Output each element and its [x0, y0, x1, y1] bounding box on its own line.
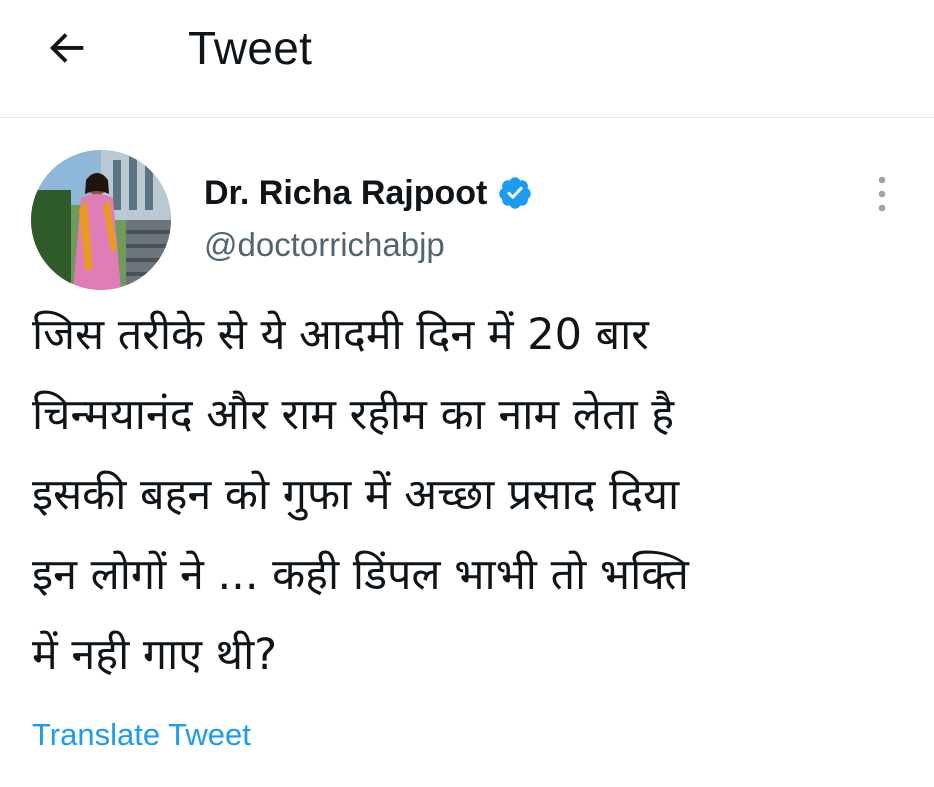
tweet-text-line: चिन्मयानंद और राम रहीम का नाम लेता है — [32, 390, 675, 440]
tweet-text: जिस तरीके से ये आदमी दिन में 20 बार चिन्… — [32, 295, 912, 695]
verified-badge-icon — [497, 175, 533, 211]
tweet-text-line: जिस तरीके से ये आदमी दिन में 20 बार — [32, 310, 649, 360]
profile-photo — [31, 150, 171, 290]
tweet-text-line: इन लोगों ने ... कही डिंपल भाभी तो भक्ति — [32, 550, 689, 600]
top-bar: Tweet — [0, 0, 934, 118]
arrow-left-icon — [49, 33, 84, 63]
translate-tweet-link[interactable]: Translate Tweet — [32, 717, 251, 753]
tweet-text-line: इसकी बहन को गुफा में अच्छा प्रसाद दिया — [32, 470, 680, 520]
display-name[interactable]: Dr. Richa Rajpoot — [204, 174, 487, 213]
tweet-text-line: में नही गाए थी? — [32, 630, 278, 680]
user-handle[interactable]: @doctorrichabjp — [204, 226, 445, 264]
page-title: Tweet — [188, 22, 313, 74]
author-row: Dr. Richa Rajpoot — [204, 170, 533, 216]
back-button[interactable] — [40, 22, 96, 72]
more-vertical-icon — [878, 176, 886, 212]
avatar[interactable] — [31, 150, 171, 290]
more-options-button[interactable] — [864, 172, 900, 216]
